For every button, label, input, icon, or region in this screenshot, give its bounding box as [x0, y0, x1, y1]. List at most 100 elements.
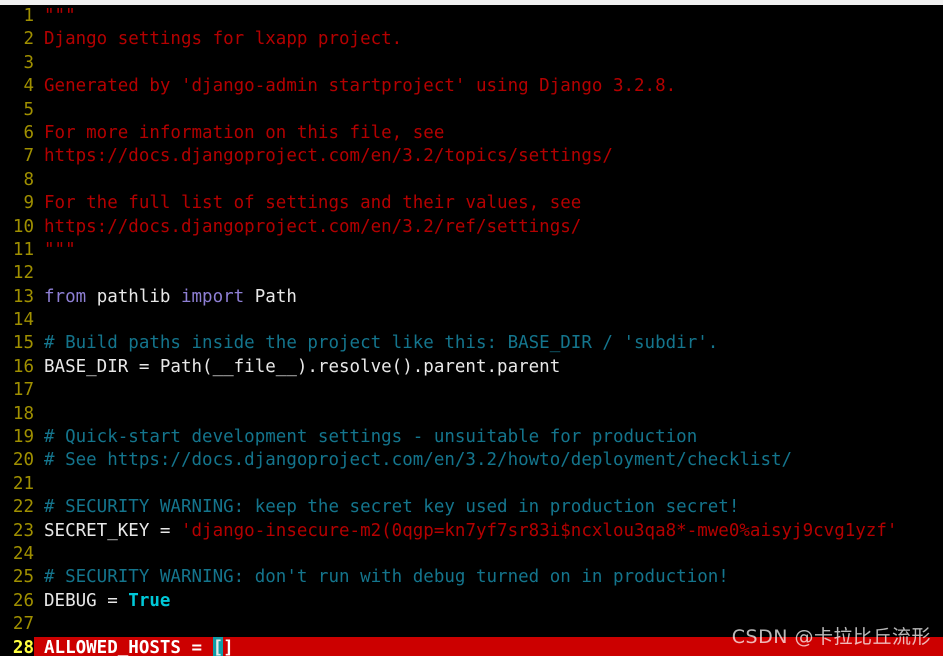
line-number-13: 13 [12, 286, 34, 307]
code-token: # See https://docs.djangoproject.com/en/… [44, 450, 793, 471]
code-line-content: """ [34, 5, 943, 28]
line-number-6: 6 [23, 122, 34, 143]
code-line-content: # SECURITY WARNING: keep the secret key … [34, 496, 943, 519]
line-number-5: 5 [23, 99, 34, 120]
line-number-17: 17 [12, 380, 34, 401]
code-line-content: Django settings for lxapp project. [34, 28, 943, 51]
line-number-25: 25 [12, 567, 34, 588]
code-line-content: For the full list of settings and their … [34, 192, 943, 215]
code-line-row[interactable]: 12 [0, 262, 943, 285]
line-number-21: 21 [12, 473, 34, 494]
code-line-row[interactable]: 8 [0, 169, 943, 192]
line-number-15: 15 [12, 333, 34, 354]
code-line-row[interactable]: 5 [0, 99, 943, 122]
code-token: For more information on this file, see [44, 122, 445, 143]
code-line-content: """ [34, 239, 943, 262]
code-token: # Quick-start development settings - uns… [44, 427, 698, 448]
code-line-row[interactable]: 27 [0, 613, 943, 636]
code-line-row[interactable]: 18 [0, 403, 943, 426]
code-token: https://docs.djangoproject.com/en/3.2/to… [44, 146, 613, 167]
code-token: # SECURITY WARNING: keep the secret key … [44, 497, 740, 518]
code-line-content: # Build paths inside the project like th… [34, 332, 943, 355]
code-line-row[interactable]: 14 [0, 309, 943, 332]
text-cursor: [ [212, 636, 224, 656]
line-number-28: 28 [0, 637, 34, 656]
code-line-content: Generated by 'django-admin startproject'… [34, 75, 943, 98]
line-number-18: 18 [12, 403, 34, 424]
code-token: https://docs.djangoproject.com/en/3.2/re… [44, 216, 582, 237]
code-line-content: # Quick-start development settings - uns… [34, 426, 943, 449]
code-line-row[interactable]: 1 """ [0, 5, 943, 28]
current-line-row[interactable]: 28 ALLOWED_HOSTS = [] [0, 636, 943, 656]
current-line-content[interactable]: ALLOWED_HOSTS = [] [34, 636, 943, 656]
code-line-row[interactable]: 4 Generated by 'django-admin startproject… [0, 75, 943, 98]
current-line-text-before-cursor: ALLOWED_HOSTS = [44, 637, 213, 656]
line-number-2: 2 [23, 29, 34, 50]
code-line-row[interactable]: 19 # Quick-start development settings - u… [0, 426, 943, 449]
code-line-row[interactable]: 9 For the full list of settings and their… [0, 192, 943, 215]
code-token: """ [44, 6, 76, 26]
code-token: """ [44, 239, 76, 260]
code-token: from [44, 286, 97, 307]
code-line-content: SECRET_KEY = 'django-insecure-m2(0qgp=kn… [34, 520, 943, 543]
code-line-row[interactable]: 20 # See https://docs.djangoproject.com/e… [0, 449, 943, 472]
line-number-3: 3 [23, 52, 34, 73]
code-line-row[interactable]: 2 Django settings for lxapp project. [0, 28, 943, 51]
line-number-10: 10 [12, 216, 34, 237]
code-token: # Build paths inside the project like th… [44, 333, 719, 354]
code-line-row[interactable]: 6 For more information on this file, see [0, 122, 943, 145]
code-editor-area[interactable]: 1 """ 2 Django settings for lxapp project. 3… [0, 5, 943, 656]
line-number-27: 27 [12, 614, 34, 635]
code-line-row[interactable]: 23 SECRET_KEY = 'django-insecure-m2(0qgp=… [0, 520, 943, 543]
code-line-content: https://docs.djangoproject.com/en/3.2/to… [34, 145, 943, 168]
code-token: 'django-insecure-m2(0qgp=kn7yf7sr83i$ncx… [180, 520, 898, 541]
code-token: Django settings for lxapp project. [44, 29, 403, 50]
line-number-16: 16 [12, 356, 34, 377]
code-token: True [128, 590, 171, 611]
line-number-26: 26 [12, 590, 34, 611]
code-line-row[interactable]: 25 # SECURITY WARNING: don't run with deb… [0, 566, 943, 589]
code-line-row[interactable]: 10 https://docs.djangoproject.com/en/3.2/… [0, 216, 943, 239]
code-line-content: https://docs.djangoproject.com/en/3.2/re… [34, 216, 943, 239]
line-number-20: 20 [12, 450, 34, 471]
code-line-row[interactable]: 17 [0, 379, 943, 402]
code-line-content: # SECURITY WARNING: don't run with debug… [34, 566, 943, 589]
code-token: SECRET_KEY = [44, 520, 181, 541]
code-line-row[interactable]: 13 from pathlib import Path [0, 286, 943, 309]
code-line-row[interactable]: 26 DEBUG = True [0, 590, 943, 613]
code-line-content: DEBUG = True [34, 590, 943, 613]
code-line-row[interactable]: 22 # SECURITY WARNING: keep the secret ke… [0, 496, 943, 519]
line-number-23: 23 [12, 520, 34, 541]
code-line-content: from pathlib import Path [34, 286, 943, 309]
code-line-row[interactable]: 21 [0, 473, 943, 496]
line-number-8: 8 [23, 169, 34, 190]
line-number-11: 11 [12, 239, 34, 260]
line-number-9: 9 [23, 193, 34, 214]
code-line-row[interactable]: 7 https://docs.djangoproject.com/en/3.2/t… [0, 145, 943, 168]
line-number-14: 14 [12, 310, 34, 331]
line-number-19: 19 [12, 427, 34, 448]
line-number-12: 12 [12, 263, 34, 284]
line-number-1: 1 [23, 6, 34, 26]
line-number-24: 24 [12, 543, 34, 564]
terminal-window: 1 """ 2 Django settings for lxapp project. 3… [0, 0, 943, 656]
code-token: BASE_DIR = Path(__file__).resolve().pare… [44, 356, 561, 377]
code-lines[interactable]: 1 """ 2 Django settings for lxapp project. 3… [0, 5, 943, 637]
code-line-content: For more information on this file, see [34, 122, 943, 145]
code-line-row[interactable]: 15 # Build paths inside the project like … [0, 332, 943, 355]
line-number-4: 4 [23, 76, 34, 97]
window-chrome-strip [0, 0, 943, 5]
line-number-7: 7 [23, 146, 34, 167]
line-number-22: 22 [12, 497, 34, 518]
code-line-content: BASE_DIR = Path(__file__).resolve().pare… [34, 356, 943, 379]
code-line-row[interactable]: 24 [0, 543, 943, 566]
code-line-row[interactable]: 16 BASE_DIR = Path(__file__).resolve().pa… [0, 356, 943, 379]
code-line-content: # See https://docs.djangoproject.com/en/… [34, 449, 943, 472]
code-line-row[interactable]: 3 [0, 52, 943, 75]
code-token: Path [254, 286, 297, 307]
code-token: # SECURITY WARNING: don't run with debug… [44, 567, 729, 588]
current-line-text-after-cursor: ] [223, 637, 234, 656]
code-line-row[interactable]: 11 """ [0, 239, 943, 262]
code-token: DEBUG = [44, 590, 129, 611]
code-token: pathlib [96, 286, 181, 307]
